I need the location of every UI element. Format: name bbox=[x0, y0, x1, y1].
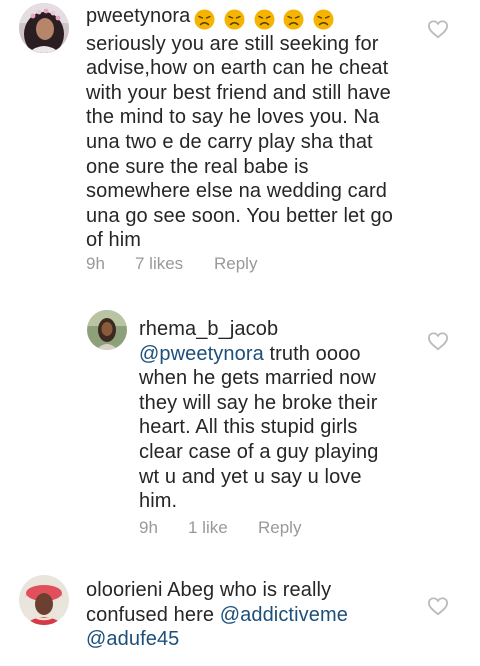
heart-outline-icon[interactable] bbox=[427, 331, 449, 351]
comments-screen: pweetynora seriously you are still seeki… bbox=[0, 0, 480, 666]
comment-pweetynora: pweetynora seriously you are still seeki… bbox=[0, 0, 480, 290]
reply-button[interactable]: Reply bbox=[258, 518, 301, 538]
reply-button[interactable]: Reply bbox=[214, 254, 257, 274]
comment-line: confused here @addictiveme bbox=[86, 603, 416, 628]
mention-link[interactable]: @pweetynora bbox=[139, 343, 264, 365]
comment-line: of him bbox=[86, 229, 142, 252]
persevering-face-icon bbox=[254, 9, 275, 30]
comment-rhema_b_jacob: rhema_b_jacob @pweetynora truth oooo whe… bbox=[0, 300, 480, 550]
heart-outline-icon[interactable] bbox=[427, 19, 449, 39]
comment-text: oloorieni Abeg who is really confused he… bbox=[86, 578, 416, 652]
comment-text-fragment: confused here bbox=[86, 603, 220, 626]
comment-meta: 9h 7 likes Reply bbox=[86, 254, 386, 276]
username[interactable]: pweetynora bbox=[86, 5, 190, 27]
comment-line: him. bbox=[139, 490, 178, 513]
persevering-face-icon bbox=[313, 9, 334, 30]
mention-link[interactable]: @addictiveme bbox=[220, 604, 348, 626]
avatar[interactable] bbox=[19, 575, 69, 625]
comment-line: pweetynora bbox=[86, 4, 456, 32]
heart-outline-icon[interactable] bbox=[427, 596, 449, 616]
comment-text: rhema_b_jacob @pweetynora truth oooo whe… bbox=[139, 317, 439, 514]
comment-line: advise,how on earth can he cheat bbox=[86, 57, 389, 80]
comment-line: clear case of a guy playing bbox=[139, 440, 379, 463]
comment-line: una two e de carry play sha that bbox=[86, 130, 373, 153]
comment-line: the mind to say he loves you. Na bbox=[86, 106, 380, 129]
comment-line: una go see soon. You better let go bbox=[86, 204, 393, 227]
comment-text-fragment: Abeg who is really bbox=[162, 579, 332, 601]
persevering-face-icon bbox=[283, 9, 304, 30]
mention-link[interactable]: @adufe45 bbox=[86, 628, 179, 650]
comment-line: @pweetynora truth oooo bbox=[139, 342, 439, 367]
avatar[interactable] bbox=[87, 310, 127, 350]
comment-line: with your best friend and still have bbox=[86, 81, 391, 104]
comment-time: 9h bbox=[139, 518, 158, 537]
comment-line: heart. All this stupid girls bbox=[139, 416, 358, 439]
persevering-face-icon bbox=[224, 9, 245, 30]
comment-oloorieni: oloorieni Abeg who is really confused he… bbox=[0, 565, 480, 666]
comment-meta: 9h 1 like Reply bbox=[139, 518, 399, 540]
username[interactable]: oloorieni bbox=[86, 579, 163, 601]
comment-line: @adufe45 bbox=[86, 627, 416, 652]
comment-line: somewhere else na wedding card bbox=[86, 180, 387, 203]
comment-line[interactable]: rhema_b_jacob bbox=[139, 317, 439, 342]
likes-count[interactable]: 1 like bbox=[188, 518, 228, 538]
comment-line: one sure the real babe is bbox=[86, 155, 309, 178]
comment-text-fragment: truth oooo bbox=[263, 342, 361, 365]
comment-text: pweetynora seriously you are still seeki… bbox=[86, 4, 456, 253]
comment-line: seriously you are still seeking for bbox=[86, 32, 379, 55]
comment-time: 9h bbox=[86, 254, 105, 273]
likes-count[interactable]: 7 likes bbox=[135, 254, 183, 274]
comment-line: when he gets married now bbox=[139, 367, 376, 390]
comment-line: oloorieni Abeg who is really bbox=[86, 578, 416, 603]
avatar[interactable] bbox=[19, 3, 69, 53]
comment-line: wt u and yet u say u love bbox=[139, 465, 362, 488]
comment-line: they will say he broke their bbox=[139, 391, 378, 414]
emoji-group bbox=[194, 7, 337, 32]
persevering-face-icon bbox=[194, 9, 215, 30]
